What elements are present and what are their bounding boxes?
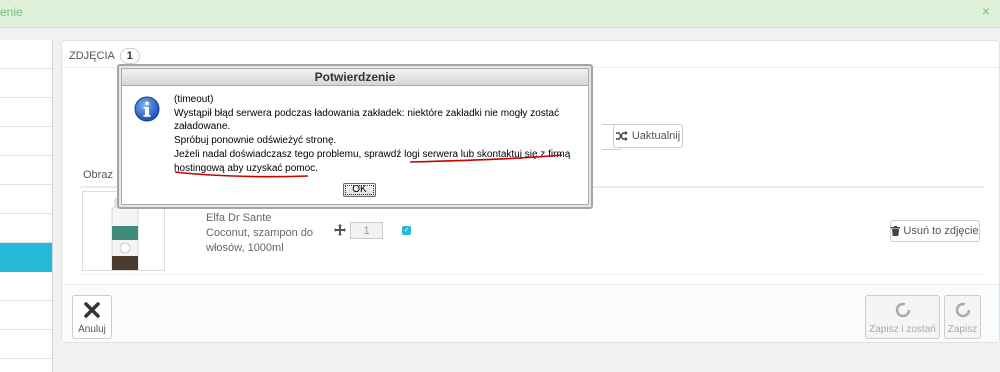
sidebar-item[interactable] <box>0 40 52 69</box>
sidebar-item[interactable] <box>0 330 52 359</box>
image-count-badge: 1 <box>119 48 140 64</box>
sidebar-item[interactable] <box>0 156 52 185</box>
success-notice-bar: enie × <box>0 0 1000 28</box>
position-input[interactable] <box>350 222 383 239</box>
sidebar-menu <box>0 40 53 372</box>
save-button[interactable]: Zapisz <box>944 295 981 339</box>
dialog-message: (timeout) Wystąpił błąd serwera podczas … <box>174 93 584 175</box>
sidebar-item[interactable] <box>0 69 52 98</box>
save-and-stay-label: Zapisz i zostań <box>869 324 936 335</box>
save-and-stay-button[interactable]: Zapisz i zostań <box>865 295 940 339</box>
notice-text: enie <box>0 5 23 19</box>
cover-checkbox[interactable]: ✓ <box>402 226 411 235</box>
dialog-title: Potwierdzenie <box>122 69 588 86</box>
info-icon <box>134 96 160 122</box>
message-line: Jeżeli nadal doświadczasz tego problemu,… <box>174 148 571 174</box>
shuffle-icon <box>615 131 628 141</box>
save-label: Zapisz <box>947 324 978 335</box>
sidebar-item-active[interactable] <box>0 243 52 272</box>
confirmation-dialog: Potwierdzenie (timeout) Wystąpił błąd se… <box>117 64 593 209</box>
column-header-image: Obraz <box>83 169 113 181</box>
close-x-icon <box>84 299 100 321</box>
delete-image-button[interactable]: Usuń to zdjęcie <box>890 220 980 242</box>
message-line: Wystąpił błąd serwera podczas ładowania … <box>174 107 560 133</box>
loading-spinner-icon <box>895 299 911 321</box>
delete-image-label: Usuń to zdjęcie <box>903 225 979 237</box>
panel-footer: Anuluj Zapisz i zostań Zapisz <box>62 284 999 342</box>
loading-spinner-icon <box>955 299 971 321</box>
dialog-window: Potwierdzenie (timeout) Wystąpił błąd se… <box>121 68 589 205</box>
close-icon[interactable]: × <box>982 3 990 19</box>
sidebar-item[interactable] <box>0 98 52 127</box>
sidebar-item[interactable] <box>0 185 52 214</box>
move-arrows-icon[interactable] <box>334 224 346 236</box>
sidebar-item[interactable] <box>0 301 52 330</box>
message-line: (timeout) <box>174 94 214 105</box>
row-divider <box>80 274 984 275</box>
message-line: Spróbuj ponownie odświeżyć stronę. <box>174 135 337 147</box>
cancel-label: Anuluj <box>78 324 106 335</box>
update-button[interactable]: Uaktualnij <box>613 124 683 148</box>
trash-icon <box>891 226 901 236</box>
sidebar-item[interactable] <box>0 127 52 156</box>
ok-button[interactable]: OK <box>343 183 376 197</box>
sidebar-item[interactable] <box>0 214 52 243</box>
panel-title: ZDJĘCIA <box>69 50 115 62</box>
update-button-label: Uaktualnij <box>631 130 681 142</box>
panel-heading: ZDJĘCIA 1 <box>69 48 140 64</box>
cancel-button[interactable]: Anuluj <box>72 295 112 339</box>
sidebar-item[interactable] <box>0 272 52 301</box>
product-name: Elfa Dr Sante Coconut, szampon do włosów… <box>206 212 314 254</box>
